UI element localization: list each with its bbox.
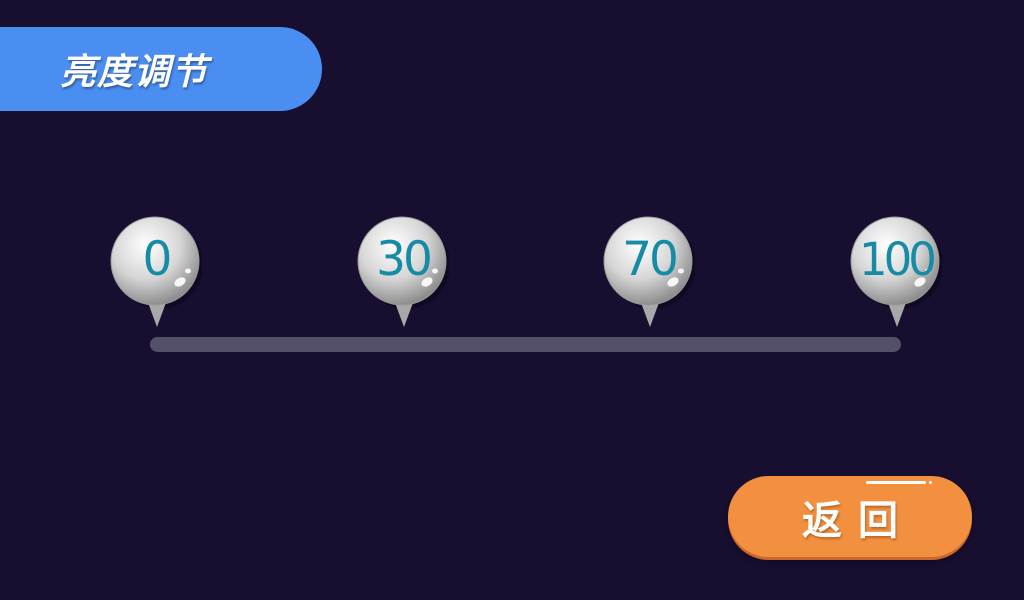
- brightness-slider-track[interactable]: [150, 337, 901, 352]
- back-button[interactable]: 返回: [728, 476, 972, 557]
- brightness-level-marker-0[interactable]: 0: [110, 216, 202, 330]
- brightness-level-marker-30[interactable]: 30: [357, 216, 449, 330]
- brightness-level-label: 0: [142, 232, 173, 287]
- back-button-label: 返回: [802, 497, 914, 544]
- brightness-level-label: 100: [859, 233, 937, 286]
- brightness-level-label: 70: [622, 232, 679, 287]
- title-banner: 亮度调节: [0, 27, 322, 111]
- button-highlight-dot: [929, 481, 932, 484]
- brightness-level-marker-70[interactable]: 70: [603, 216, 695, 330]
- brightness-level-label: 30: [376, 232, 433, 287]
- page-title: 亮度调节: [60, 52, 209, 93]
- button-highlight: [866, 481, 926, 484]
- brightness-level-marker-100[interactable]: 100: [850, 216, 942, 330]
